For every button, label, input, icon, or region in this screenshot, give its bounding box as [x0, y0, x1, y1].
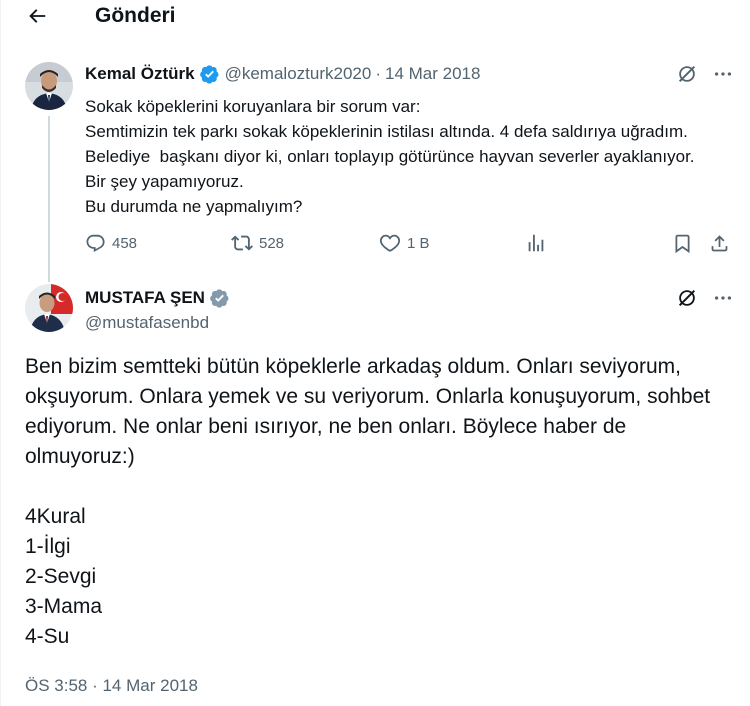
back-button[interactable] [23, 2, 51, 30]
author-handle[interactable]: @mustafasenbd [85, 312, 209, 334]
grok-icon[interactable] [676, 287, 698, 309]
author-name[interactable]: Kemal Öztürk [85, 63, 195, 85]
main-author-row: MUSTAFA ŞEN [85, 287, 230, 309]
main-top-icons [676, 287, 734, 309]
reply-count: 458 [112, 234, 138, 252]
post-page: Gönderi Kemal Öztürk @kemalozturk2020 · … [0, 0, 750, 706]
verified-badge-icon [199, 64, 220, 85]
like-icon [379, 234, 401, 252]
quoted-author-row: Kemal Öztürk @kemalozturk2020 · 14 Mar 2… [85, 63, 480, 85]
like-button[interactable]: 1 B [379, 230, 430, 256]
avatar-kemal[interactable] [25, 62, 73, 110]
more-icon[interactable] [712, 287, 734, 309]
quoted-top-icons [676, 63, 734, 85]
page-title: Gönderi [95, 4, 176, 27]
views-button[interactable] [525, 230, 547, 256]
bookmark-icon [675, 234, 690, 253]
share-button[interactable] [709, 230, 730, 256]
post-date[interactable]: 14 Mar 2018 [385, 63, 480, 85]
like-count: 1 B [407, 234, 430, 252]
back-arrow-icon [29, 9, 46, 23]
author-handle[interactable]: @kemalozturk2020 [225, 63, 372, 85]
retweet-icon [231, 235, 253, 251]
thread-line [48, 116, 50, 282]
author-name[interactable]: MUSTAFA ŞEN [85, 287, 205, 309]
reply-icon [86, 234, 105, 252]
retweet-button[interactable]: 528 [231, 230, 284, 256]
views-icon [528, 234, 544, 252]
main-tweet-text: Ben bizim semtteki bütün köpeklerle arka… [25, 355, 711, 648]
retweet-count: 528 [259, 234, 285, 252]
share-icon [711, 234, 728, 251]
quoted-tweet-text: Sokak köpeklerini koruyanlara bir sorum … [85, 97, 695, 216]
avatar-mustafa[interactable] [25, 284, 73, 332]
reply-button[interactable]: 458 [85, 230, 137, 256]
meta-separator: · [375, 64, 381, 83]
more-icon[interactable] [712, 63, 734, 85]
post-timestamp[interactable]: ÖS 3:58 · 14 Mar 2018 [25, 675, 198, 697]
page-header: Gönderi [1, 0, 750, 36]
verified-badge-icon [209, 288, 230, 309]
grok-icon[interactable] [676, 63, 698, 85]
tweet-actions: 458 528 1 B [85, 230, 735, 256]
bookmark-button[interactable] [672, 230, 693, 256]
